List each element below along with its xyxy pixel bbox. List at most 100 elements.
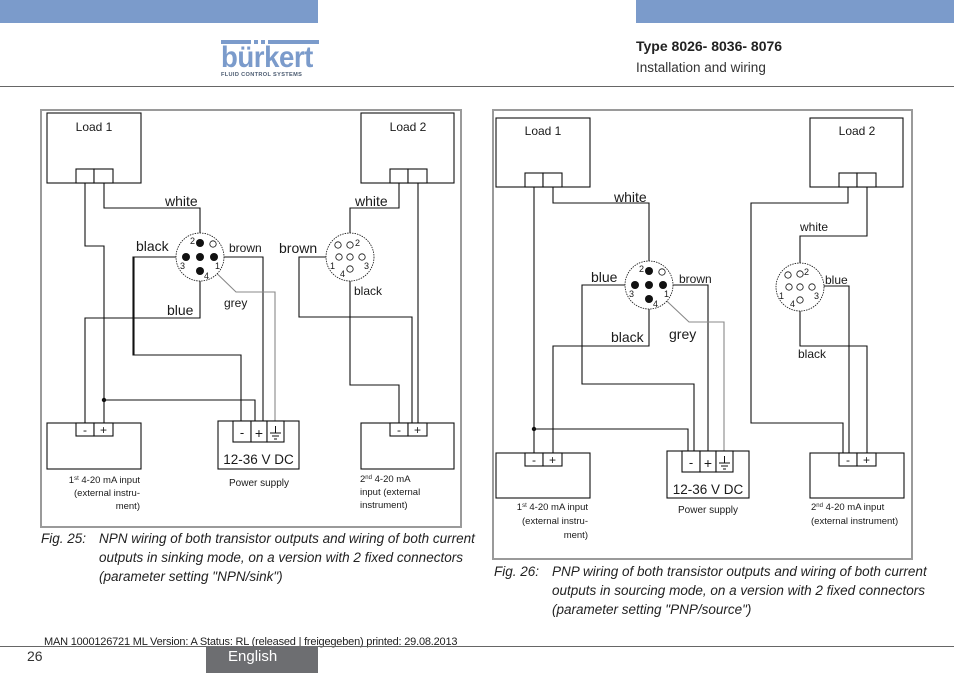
pin-5 — [645, 281, 653, 289]
wire-label-grey: grey — [224, 296, 247, 310]
wire-input1-minus-to-psu-minus — [534, 428, 689, 451]
wire-input1-plus-to-psu-plus — [104, 399, 256, 421]
load-2-label: Load 2 — [390, 120, 427, 134]
psu-plus: + — [255, 425, 263, 441]
input-1-label-line2: (external instru- — [522, 516, 588, 527]
wire-blue-1 — [581, 284, 695, 451]
wire-white-1 — [103, 183, 201, 243]
load-1-label: Load 1 — [525, 124, 562, 138]
wire-label-white-2: white — [354, 193, 388, 209]
load-2-label: Load 2 — [839, 124, 876, 138]
pin-5 — [796, 283, 804, 291]
psu-plus: + — [704, 455, 712, 471]
load-1-terminal-a — [75, 168, 95, 184]
pin-label-4: 4 — [653, 299, 658, 309]
psu-voltage: 12-36 V DC — [223, 452, 294, 467]
load-2-terminal-a — [389, 168, 409, 184]
pin-label-2: 2 — [639, 264, 644, 274]
pin-5 — [196, 253, 204, 261]
pin-4 — [346, 265, 354, 273]
figure-26-caption-text: PNP wiring of both transistor outputs an… — [552, 564, 927, 617]
load-2-box: Load 2 — [360, 112, 455, 184]
input-1-minus: - — [532, 453, 536, 467]
wire-label-black: black — [136, 238, 170, 254]
power-supply-box: - + 12-36 V DC Power supply — [217, 420, 300, 489]
language-tab: English — [206, 646, 318, 673]
input-2-box: - + 2nd 4-20 mA input (external instrume… — [360, 422, 455, 511]
pin-label-3: 3 — [629, 289, 634, 299]
figure-25-diagram: Load 1 Load 2 2 3 1 4 2 1 3 4 white blac… — [40, 109, 462, 528]
input-2-label-line2: (external instrument) — [811, 516, 898, 527]
psu-voltage: 12-36 V DC — [673, 482, 744, 497]
junction-dot — [531, 426, 537, 432]
load-1-box: Load 1 — [46, 112, 142, 184]
pin-label-1: 1 — [330, 261, 335, 271]
junction-dot — [101, 397, 107, 403]
pin-label-3: 3 — [814, 291, 819, 301]
input-2-label-line2: input (external — [360, 487, 420, 498]
pin-label-1: 1 — [779, 291, 784, 301]
wire-label-brown-2: brown — [279, 240, 317, 256]
pin-3 — [358, 253, 366, 261]
pin-5 — [346, 253, 354, 261]
connector-2-pnp: 2 1 3 4 — [775, 262, 825, 312]
connector-1-pnp: 2 3 1 4 — [624, 260, 674, 310]
connector-2-npn: 2 1 3 4 — [325, 232, 375, 282]
wire-label-grey: grey — [669, 326, 696, 342]
input-2-minus: - — [397, 423, 401, 437]
page-number: 26 — [27, 648, 43, 664]
psu-minus: - — [689, 455, 693, 470]
load-1-terminal-b — [93, 168, 114, 184]
input-2-plus: + — [414, 423, 421, 437]
pin-3 — [631, 281, 639, 289]
input-2-minus: - — [846, 453, 850, 467]
pin-1 — [210, 253, 218, 261]
pin-label-2: 2 — [804, 267, 809, 277]
figure-25-wires — [84, 183, 419, 423]
pin-2 — [645, 267, 653, 275]
input-1-label-line3: ment) — [564, 530, 588, 541]
pin-label-1: 1 — [664, 289, 669, 299]
figure-25-caption-label: Fig. 25: — [41, 531, 87, 546]
pin-2 — [796, 270, 804, 278]
pin-3 — [808, 283, 816, 291]
psu-minus: - — [240, 425, 244, 440]
power-supply-box: - + 12-36 V DC Power supply — [666, 450, 750, 516]
pin-label-4: 4 — [340, 269, 345, 279]
pin-label-2: 2 — [190, 236, 195, 246]
pin-label-3: 3 — [364, 261, 369, 271]
load-1-box: Load 1 — [495, 117, 591, 188]
pin-label-4: 4 — [204, 271, 209, 281]
psu-label: Power supply — [678, 505, 738, 516]
wire-brown-2 — [298, 256, 413, 423]
pin-key — [209, 240, 217, 248]
wire-grey-1 — [653, 288, 725, 451]
input-2-box: - + 2nd 4-20 mA input (external instrume… — [809, 452, 905, 527]
pin-3 — [182, 253, 190, 261]
input-1-minus: - — [83, 423, 87, 437]
pin-4 — [796, 296, 804, 304]
load-2-terminal-b — [407, 168, 428, 184]
wire-label-black-2: black — [798, 347, 827, 361]
figure-26-caption-label: Fig. 26: — [494, 564, 540, 579]
pin-1 — [335, 253, 343, 261]
input-1-label-line1: 1st 4-20 mA input — [517, 502, 589, 513]
figure-25-caption-text: NPN wiring of both transistor outputs an… — [99, 531, 475, 584]
input-1-plus: + — [549, 453, 556, 467]
pin-label-2: 2 — [355, 238, 360, 248]
input-2-plus: + — [863, 453, 870, 467]
pin-label-1: 1 — [215, 261, 220, 271]
psu-label: Power supply — [229, 478, 289, 489]
wire-brown-1 — [664, 284, 709, 451]
pin-label-4: 4 — [790, 299, 795, 309]
pin-2 — [346, 241, 354, 249]
pin-4 — [645, 295, 653, 303]
connector-1-npn: 2 3 1 4 — [175, 232, 225, 282]
pin-1 — [659, 281, 667, 289]
input-1-box: - + 1st 4-20 mA input (external instru- … — [46, 422, 142, 512]
wire-grey-1 — [203, 260, 276, 421]
wire-black-2 — [799, 300, 868, 453]
wire-black-1 — [552, 298, 650, 453]
wire-label-black: black — [611, 329, 645, 345]
wire-label-brown: brown — [229, 241, 262, 255]
